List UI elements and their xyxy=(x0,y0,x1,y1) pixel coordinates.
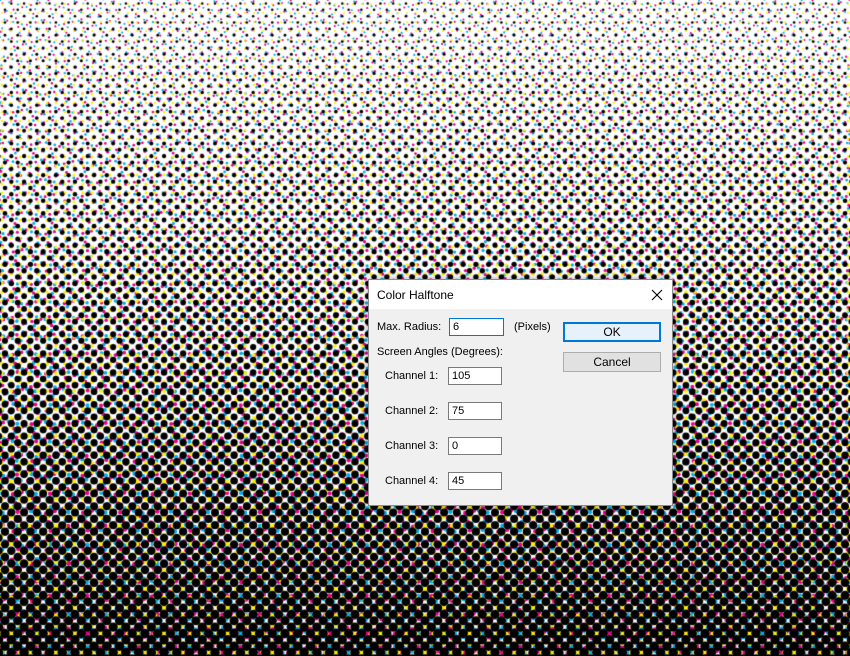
channel-3-input[interactable] xyxy=(448,437,502,455)
color-halftone-dialog: Color Halftone Max. Radius: (Pixels) Scr… xyxy=(368,279,673,506)
close-button[interactable] xyxy=(642,280,672,309)
max-radius-unit: (Pixels) xyxy=(514,321,551,333)
channel-4-input[interactable] xyxy=(448,472,502,490)
channel-1-input[interactable] xyxy=(448,367,502,385)
channel-1-label: Channel 1: xyxy=(385,370,439,382)
max-radius-label: Max. Radius: xyxy=(377,321,442,333)
close-icon xyxy=(651,289,663,300)
channel-2-input[interactable] xyxy=(448,402,502,420)
dialog-titlebar[interactable]: Color Halftone xyxy=(369,280,672,309)
channel-3-label: Channel 3: xyxy=(385,440,439,452)
max-radius-input[interactable] xyxy=(449,318,504,336)
dialog-title: Color Halftone xyxy=(377,288,454,302)
cancel-button[interactable]: Cancel xyxy=(563,352,661,372)
screen-angles-label: Screen Angles (Degrees): xyxy=(377,346,503,358)
channel-4-label: Channel 4: xyxy=(385,475,439,487)
ok-button[interactable]: OK xyxy=(563,322,661,342)
channel-2-label: Channel 2: xyxy=(385,405,439,417)
